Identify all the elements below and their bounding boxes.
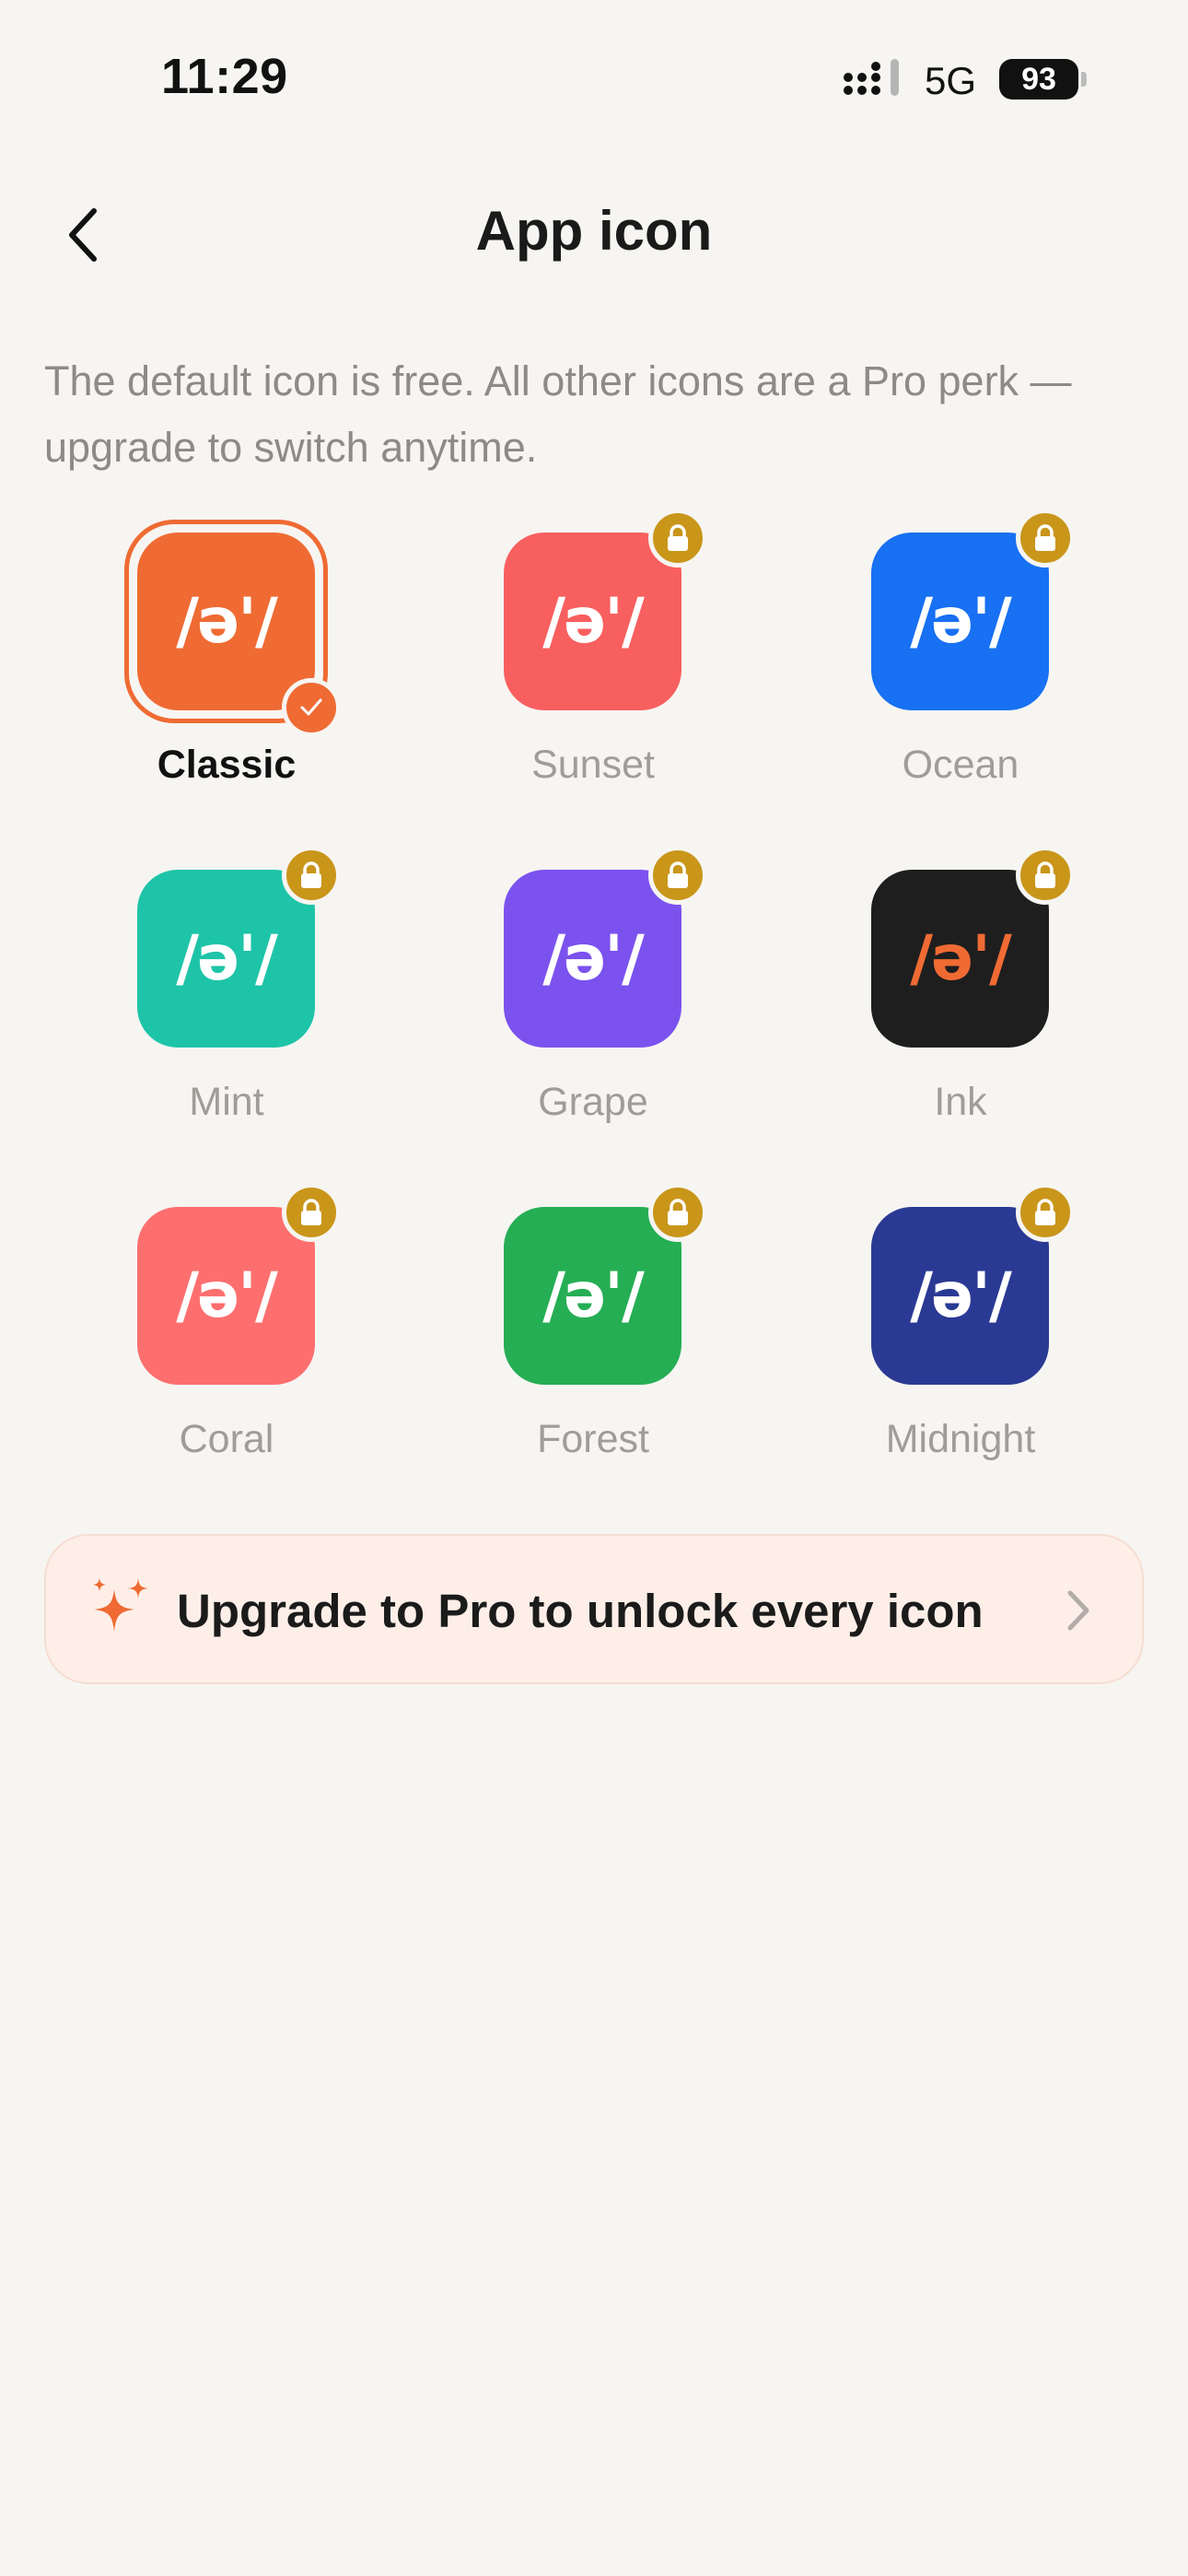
icon-option-classic[interactable]: /ə'/ Classic <box>88 520 365 827</box>
lock-icon <box>1016 509 1075 568</box>
icon-label: Mint <box>189 1080 264 1124</box>
app-icon-preview: /ə'/ <box>137 533 315 710</box>
description-text: The default icon is free. All other icon… <box>44 357 1072 471</box>
icon-option-grape[interactable]: /ə'/ Grape <box>455 846 731 1165</box>
app-icon-preview: /ə'/ <box>137 870 315 1048</box>
lock-icon <box>648 509 707 568</box>
upgrade-label: Upgrade to Pro to unlock every icon <box>177 1585 984 1637</box>
icon-option-forest[interactable]: /ə'/ Forest <box>455 1183 731 1502</box>
icon-glyph: /ə'/ <box>910 585 1012 658</box>
app-icon-preview: /ə'/ <box>137 1207 315 1385</box>
chevron-right-icon <box>1067 1590 1089 1631</box>
icon-option-ocean[interactable]: /ə'/ Ocean <box>822 509 1099 827</box>
icon-label: Ink <box>934 1080 987 1124</box>
lock-icon <box>1016 1183 1075 1242</box>
icon-glyph: /ə'/ <box>176 1259 278 1332</box>
page-title: App icon <box>475 200 713 262</box>
icon-label: Coral <box>179 1417 274 1461</box>
battery-indicator: 93 <box>999 59 1078 100</box>
icon-option-ink[interactable]: /ə'/ Ink <box>822 846 1099 1165</box>
battery-level: 93 <box>1021 61 1056 97</box>
app-icon-preview: /ə'/ <box>871 870 1049 1048</box>
app-icon-preview: /ə'/ <box>871 533 1049 710</box>
icon-glyph: /ə'/ <box>542 922 645 995</box>
icon-glyph: /ə'/ <box>542 585 645 658</box>
icon-label: Classic <box>157 743 297 787</box>
icon-option-mint[interactable]: /ə'/ Mint <box>88 846 365 1165</box>
status-bar: 11:29 5G 93 <box>0 0 1188 138</box>
status-time: 11:29 <box>161 49 288 104</box>
checkmark-icon <box>282 678 341 737</box>
icon-glyph: /ə'/ <box>542 1259 645 1332</box>
icon-option-coral[interactable]: /ə'/ Coral <box>88 1183 365 1502</box>
lock-icon <box>648 846 707 905</box>
app-icon-screen: 11:29 5G 93 App icon The default icon is… <box>0 0 1188 2576</box>
lock-icon <box>282 1183 341 1242</box>
battery-cap <box>1081 72 1087 87</box>
icon-glyph: /ə'/ <box>910 922 1012 995</box>
icon-glyph: /ə'/ <box>176 585 278 658</box>
signal-icon <box>844 59 899 96</box>
app-icon-preview: /ə'/ <box>504 533 681 710</box>
network-label: 5G <box>925 59 977 102</box>
icon-glyph: /ə'/ <box>176 922 278 995</box>
icon-option-sunset[interactable]: /ə'/ Sunset <box>455 509 731 827</box>
icon-label: Ocean <box>902 743 1019 787</box>
lock-icon <box>1016 846 1075 905</box>
upgrade-banner[interactable]: Upgrade to Pro to unlock every icon <box>44 1534 1144 1684</box>
icon-label: Midnight <box>885 1417 1036 1461</box>
icon-label: Forest <box>537 1417 649 1461</box>
app-icon-preview: /ə'/ <box>871 1207 1049 1385</box>
icon-label: Sunset <box>531 743 655 787</box>
app-icon-preview: /ə'/ <box>504 1207 681 1385</box>
sparkle-icon <box>93 1578 148 1632</box>
icon-glyph: /ə'/ <box>910 1259 1012 1332</box>
lock-icon <box>648 1183 707 1242</box>
icon-label: Grape <box>538 1080 648 1124</box>
app-icon-preview: /ə'/ <box>504 870 681 1048</box>
lock-icon <box>282 846 341 905</box>
icon-option-midnight[interactable]: /ə'/ Midnight <box>822 1183 1099 1502</box>
